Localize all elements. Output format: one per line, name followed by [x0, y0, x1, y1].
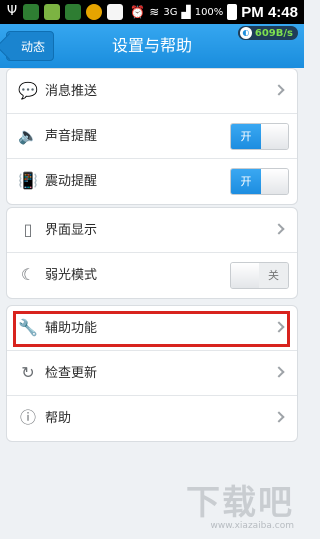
toggle-state: 开	[231, 169, 261, 194]
watermark: 下载吧 www.xiazaiba.com	[186, 485, 294, 531]
row-sound-alert: 🔈 声音提醒 开	[7, 114, 297, 159]
speech-bubble-icon: 💬	[18, 81, 38, 100]
row-check-update[interactable]: ↻ 检查更新	[7, 351, 297, 396]
battery-icon	[227, 4, 238, 20]
toggle-knob	[261, 124, 288, 149]
chevron-right-icon	[273, 223, 285, 235]
row-label: 界面显示	[45, 223, 98, 238]
image-icon	[107, 4, 123, 20]
moon-icon: ☾	[20, 265, 36, 284]
highlight-box	[13, 311, 290, 347]
row-label: 帮助	[45, 411, 72, 426]
back-button[interactable]: 动态	[6, 31, 54, 61]
update-icon: ↻	[21, 363, 35, 382]
notification-icons: Ψ	[6, 3, 123, 21]
row-interface-display[interactable]: ▯ 界面显示	[7, 208, 297, 253]
status-bar: Ψ ⏰ ≋ 3G ▟ 100% PM 4:48	[0, 0, 304, 24]
watermark-logo: 下载吧	[186, 483, 294, 523]
question-icon: ⓘ	[19, 408, 36, 427]
sound-alert-toggle[interactable]: 开	[230, 123, 289, 150]
row-help[interactable]: ⓘ 帮助	[7, 396, 297, 441]
network-speed: 609B/s	[254, 27, 293, 39]
row-message-push[interactable]: 💬 消息推送	[7, 69, 297, 114]
vibrate-alert-toggle[interactable]: 开	[230, 168, 289, 195]
wifi-icon: ≋	[149, 5, 160, 19]
speed-icon: ◐	[239, 27, 252, 39]
phone-icon: ▯	[23, 220, 33, 239]
app-notification-icon	[23, 4, 39, 20]
row-label: 声音提醒	[45, 129, 98, 144]
row-label: 震动提醒	[45, 174, 98, 189]
settings-group-notifications: 💬 消息推送 🔈 声音提醒 开 📳 震动提醒 开	[6, 68, 298, 205]
settings-group-display: ▯ 界面显示 ☾ 弱光模式 关	[6, 207, 298, 299]
app-notification-icon	[86, 4, 102, 20]
usb-icon: Ψ	[6, 4, 18, 19]
title-bar: 设置与帮助 动态 ◐ 609B/s	[0, 24, 304, 68]
speaker-icon: 🔈	[18, 126, 38, 145]
chevron-right-icon	[273, 84, 285, 96]
network-speed-badge: ◐ 609B/s	[237, 26, 298, 40]
android-icon	[44, 4, 60, 20]
clock: PM 4:48	[241, 3, 298, 21]
toggle-state: 关	[259, 263, 288, 288]
network-type: 3G	[163, 6, 178, 18]
row-label: 检查更新	[45, 366, 98, 381]
low-light-toggle[interactable]: 关	[230, 262, 289, 289]
system-icons: ⏰ ≋ 3G ▟ 100% PM 4:48	[130, 3, 298, 21]
row-low-light-mode: ☾ 弱光模式 关	[7, 253, 297, 298]
toggle-knob	[261, 169, 288, 194]
row-label: 消息推送	[45, 84, 98, 99]
app-notification-icon	[65, 4, 81, 20]
toggle-state: 开	[231, 124, 261, 149]
chevron-right-icon	[273, 411, 285, 423]
vibrate-phone-icon: 📳	[18, 171, 38, 190]
toggle-knob	[231, 263, 260, 288]
battery-percent: 100%	[194, 6, 224, 18]
alarm-icon: ⏰	[130, 5, 146, 19]
row-label: 弱光模式	[45, 268, 98, 283]
row-vibrate-alert: 📳 震动提醒 开	[7, 159, 297, 204]
back-button-label: 动态	[20, 39, 45, 54]
chevron-right-icon	[273, 366, 285, 378]
signal-icon: ▟	[181, 5, 191, 19]
